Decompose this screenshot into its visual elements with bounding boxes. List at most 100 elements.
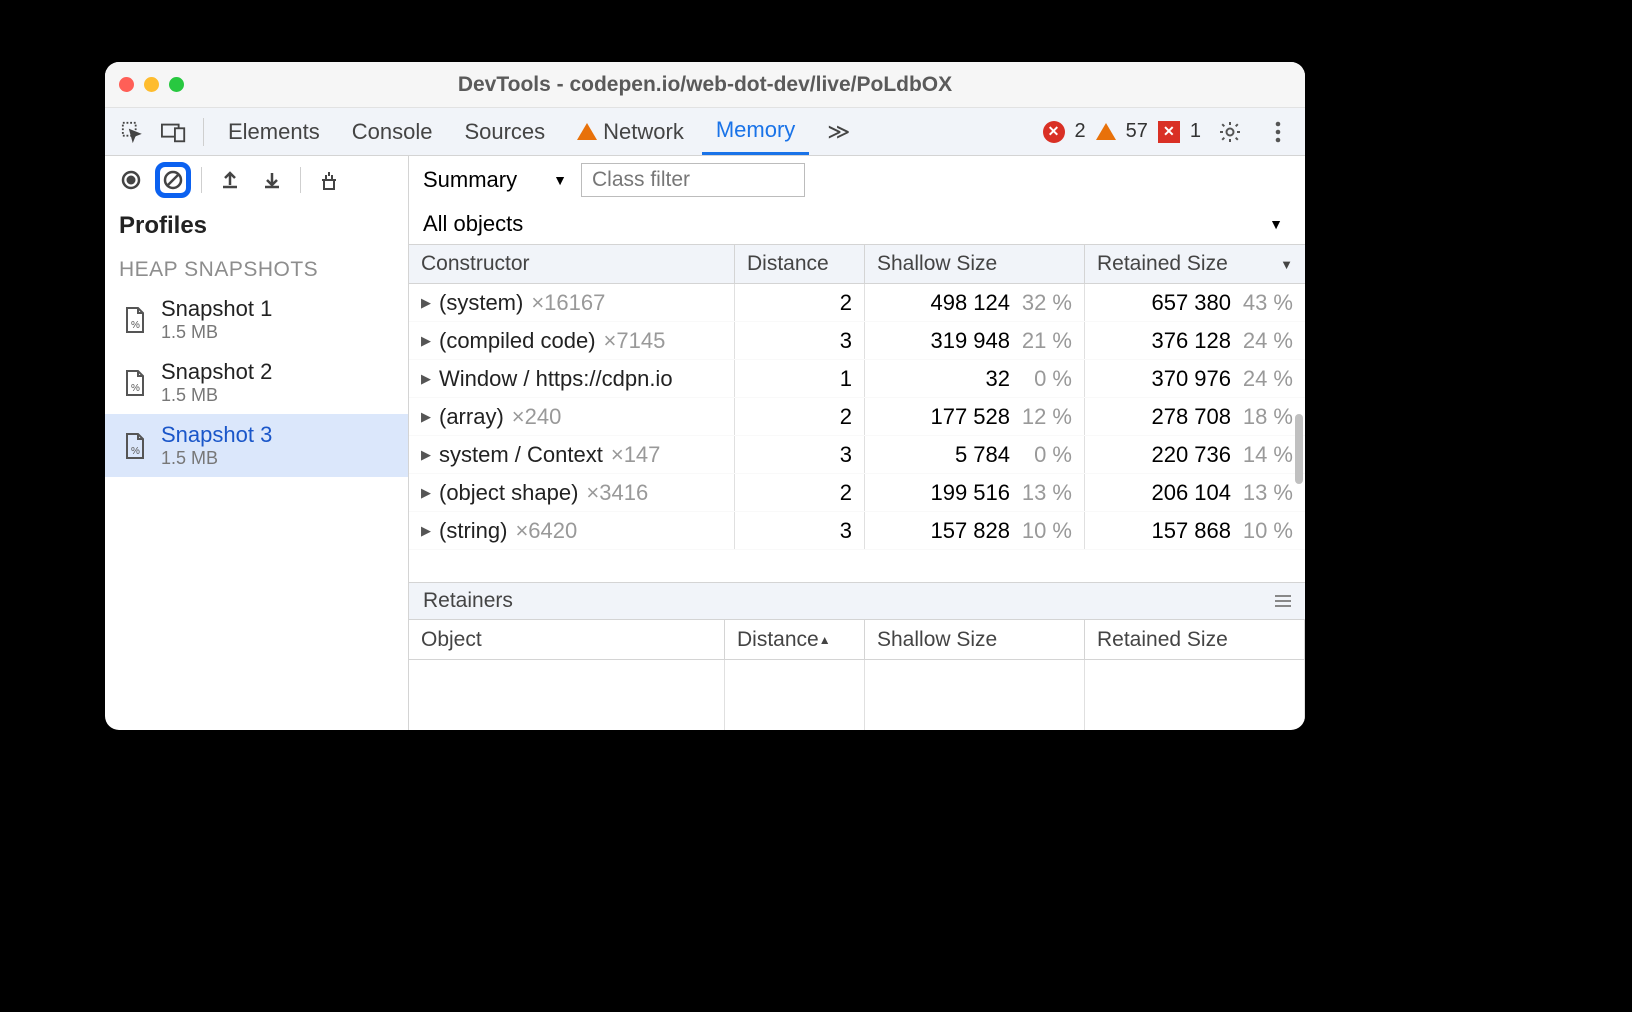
- shallow-cell: 320 %: [865, 360, 1085, 397]
- constructor-count: ×7145: [604, 328, 666, 354]
- error-icon[interactable]: ✕: [1043, 121, 1065, 143]
- snapshot-name: Snapshot 1: [161, 296, 272, 322]
- ret-col-retained[interactable]: Retained Size: [1085, 620, 1305, 659]
- col-distance[interactable]: Distance: [735, 245, 865, 283]
- col-constructor[interactable]: Constructor: [409, 245, 735, 283]
- sidebar: Profiles HEAP SNAPSHOTS % Snapshot 1 1.5…: [105, 156, 409, 730]
- constructor-count: ×240: [512, 404, 562, 430]
- tabbar-status: ✕ 2 57 ✕ 1: [1043, 113, 1298, 151]
- titlebar: DevTools - codepen.io/web-dot-dev/live/P…: [105, 62, 1305, 108]
- tabs-overflow[interactable]: ≫: [813, 108, 864, 155]
- upload-profile-button[interactable]: [212, 162, 248, 198]
- scrollbar[interactable]: [1295, 414, 1303, 484]
- scope-dropdown[interactable]: All objects ▼: [409, 204, 1305, 244]
- distance-cell: 3: [735, 512, 865, 549]
- tab-elements[interactable]: Elements: [214, 108, 334, 155]
- constructor-count: ×16167: [531, 290, 605, 316]
- maximize-window-button[interactable]: [169, 77, 184, 92]
- retained-cell: 376 12824 %: [1085, 322, 1305, 359]
- distance-cell: 2: [735, 284, 865, 321]
- chevron-down-icon: ▼: [1269, 216, 1283, 232]
- retainers-header: Object Distance▲ Shallow Size Retained S…: [409, 620, 1305, 660]
- ret-col-shallow[interactable]: Shallow Size: [865, 620, 1085, 659]
- table-row[interactable]: ▶ (compiled code) ×7145 3 319 94821 % 37…: [409, 322, 1305, 360]
- filter-row: Summary ▼: [409, 156, 1305, 204]
- clear-profiles-button[interactable]: [155, 162, 191, 198]
- table-body[interactable]: ▶ (system) ×16167 2 498 12432 % 657 3804…: [409, 284, 1305, 582]
- constructor-name: (string): [439, 518, 507, 544]
- table-row[interactable]: ▶ system / Context ×147 3 5 7840 % 220 7…: [409, 436, 1305, 474]
- retained-cell: 657 38043 %: [1085, 284, 1305, 321]
- garbage-collect-button[interactable]: [311, 162, 347, 198]
- retained-cell: 370 97624 %: [1085, 360, 1305, 397]
- profiles-heading: Profiles: [105, 204, 408, 248]
- constructor-name: (system): [439, 290, 523, 316]
- retainers-titlebar[interactable]: Retainers: [409, 582, 1305, 620]
- shallow-cell: 498 12432 %: [865, 284, 1085, 321]
- body-area: Profiles HEAP SNAPSHOTS % Snapshot 1 1.5…: [105, 156, 1305, 730]
- table-row[interactable]: ▶ (system) ×16167 2 498 12432 % 657 3804…: [409, 284, 1305, 322]
- record-button[interactable]: [113, 162, 149, 198]
- constructor-name: system / Context: [439, 442, 603, 468]
- tab-memory[interactable]: Memory: [702, 108, 809, 155]
- device-toolbar-icon[interactable]: [155, 113, 193, 151]
- table-row[interactable]: ▶ Window / https://cdpn.io 1 320 % 370 9…: [409, 360, 1305, 398]
- table-header: Constructor Distance Shallow Size Retain…: [409, 244, 1305, 284]
- snapshot-name: Snapshot 3: [161, 422, 272, 448]
- close-window-button[interactable]: [119, 77, 134, 92]
- retained-cell: 206 10413 %: [1085, 474, 1305, 511]
- constructor-count: ×147: [611, 442, 661, 468]
- message-icon[interactable]: ✕: [1158, 121, 1180, 143]
- inspect-element-icon[interactable]: [113, 113, 151, 151]
- expand-icon[interactable]: ▶: [421, 295, 431, 311]
- col-retained[interactable]: Retained Size▼: [1085, 245, 1305, 283]
- snapshot-item[interactable]: % Snapshot 3 1.5 MB: [105, 414, 408, 477]
- constructor-count: ×3416: [586, 480, 648, 506]
- view-dropdown[interactable]: Summary ▼: [423, 167, 567, 193]
- retainers-menu-icon[interactable]: [1275, 595, 1291, 607]
- kebab-menu-icon[interactable]: [1259, 113, 1297, 151]
- expand-icon[interactable]: ▶: [421, 409, 431, 425]
- main-pane: Summary ▼ All objects ▼ Constructor Dist…: [409, 156, 1305, 730]
- snapshot-item[interactable]: % Snapshot 1 1.5 MB: [105, 288, 408, 351]
- expand-icon[interactable]: ▶: [421, 447, 431, 463]
- shallow-cell: 177 52812 %: [865, 398, 1085, 435]
- expand-icon[interactable]: ▶: [421, 523, 431, 539]
- devtools-window: DevTools - codepen.io/web-dot-dev/live/P…: [105, 62, 1305, 730]
- distance-cell: 3: [735, 436, 865, 473]
- shallow-cell: 199 51613 %: [865, 474, 1085, 511]
- table-row[interactable]: ▶ (string) ×6420 3 157 82810 % 157 86810…: [409, 512, 1305, 550]
- table-row[interactable]: ▶ (array) ×240 2 177 52812 % 278 70818 %: [409, 398, 1305, 436]
- snapshot-name: Snapshot 2: [161, 359, 272, 385]
- warning-count: 57: [1126, 120, 1148, 143]
- svg-text:%: %: [131, 383, 140, 394]
- ret-col-distance[interactable]: Distance▲: [725, 620, 865, 659]
- distance-cell: 2: [735, 398, 865, 435]
- tab-console[interactable]: Console: [338, 108, 447, 155]
- sort-desc-icon: ▼: [1280, 257, 1293, 272]
- tab-sources[interactable]: Sources: [450, 108, 559, 155]
- ret-col-object[interactable]: Object: [409, 620, 725, 659]
- file-icon: %: [123, 369, 147, 397]
- expand-icon[interactable]: ▶: [421, 333, 431, 349]
- profile-toolbar: [105, 156, 408, 204]
- retained-cell: 157 86810 %: [1085, 512, 1305, 549]
- constructor-name: (compiled code): [439, 328, 596, 354]
- snapshot-item[interactable]: % Snapshot 2 1.5 MB: [105, 351, 408, 414]
- settings-icon[interactable]: [1211, 113, 1249, 151]
- tab-network[interactable]: Network: [563, 108, 698, 155]
- download-profile-button[interactable]: [254, 162, 290, 198]
- chevron-down-icon: ▼: [553, 172, 567, 188]
- window-title: DevTools - codepen.io/web-dot-dev/live/P…: [105, 73, 1305, 97]
- expand-icon[interactable]: ▶: [421, 371, 431, 387]
- minimize-window-button[interactable]: [144, 77, 159, 92]
- expand-icon[interactable]: ▶: [421, 485, 431, 501]
- distance-cell: 2: [735, 474, 865, 511]
- snapshot-size: 1.5 MB: [161, 448, 272, 469]
- col-shallow[interactable]: Shallow Size: [865, 245, 1085, 283]
- retainers-body: [409, 660, 1305, 730]
- shallow-cell: 5 7840 %: [865, 436, 1085, 473]
- table-row[interactable]: ▶ (object shape) ×3416 2 199 51613 % 206…: [409, 474, 1305, 512]
- warning-icon[interactable]: [1096, 123, 1116, 140]
- class-filter-input[interactable]: [581, 163, 805, 197]
